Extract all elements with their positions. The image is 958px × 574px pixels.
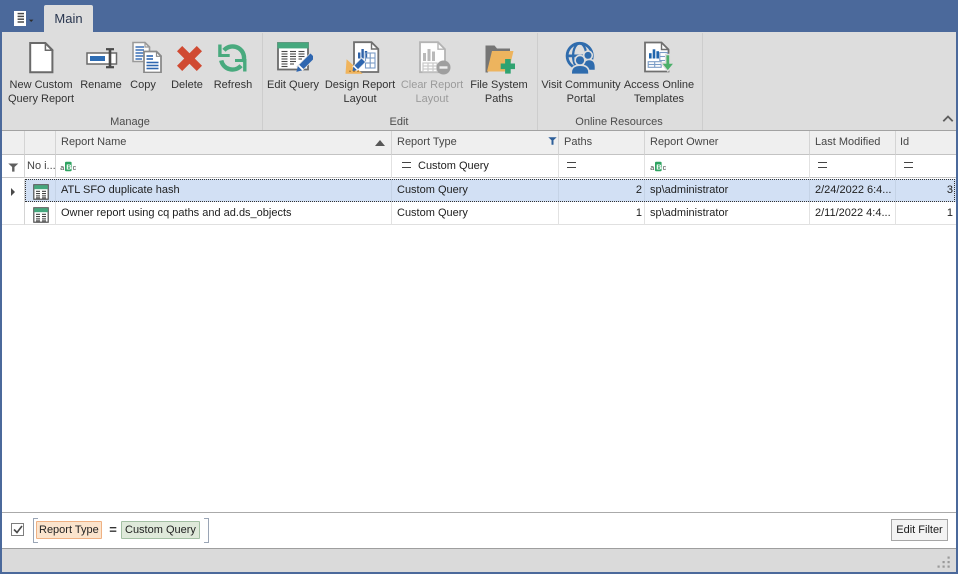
svg-text:B: B (66, 163, 72, 172)
svg-text:a: a (60, 165, 64, 172)
svg-text:B: B (656, 163, 662, 172)
svg-text:a: a (650, 165, 654, 172)
svg-text:c: c (73, 165, 77, 172)
svg-text:c: c (663, 165, 667, 172)
